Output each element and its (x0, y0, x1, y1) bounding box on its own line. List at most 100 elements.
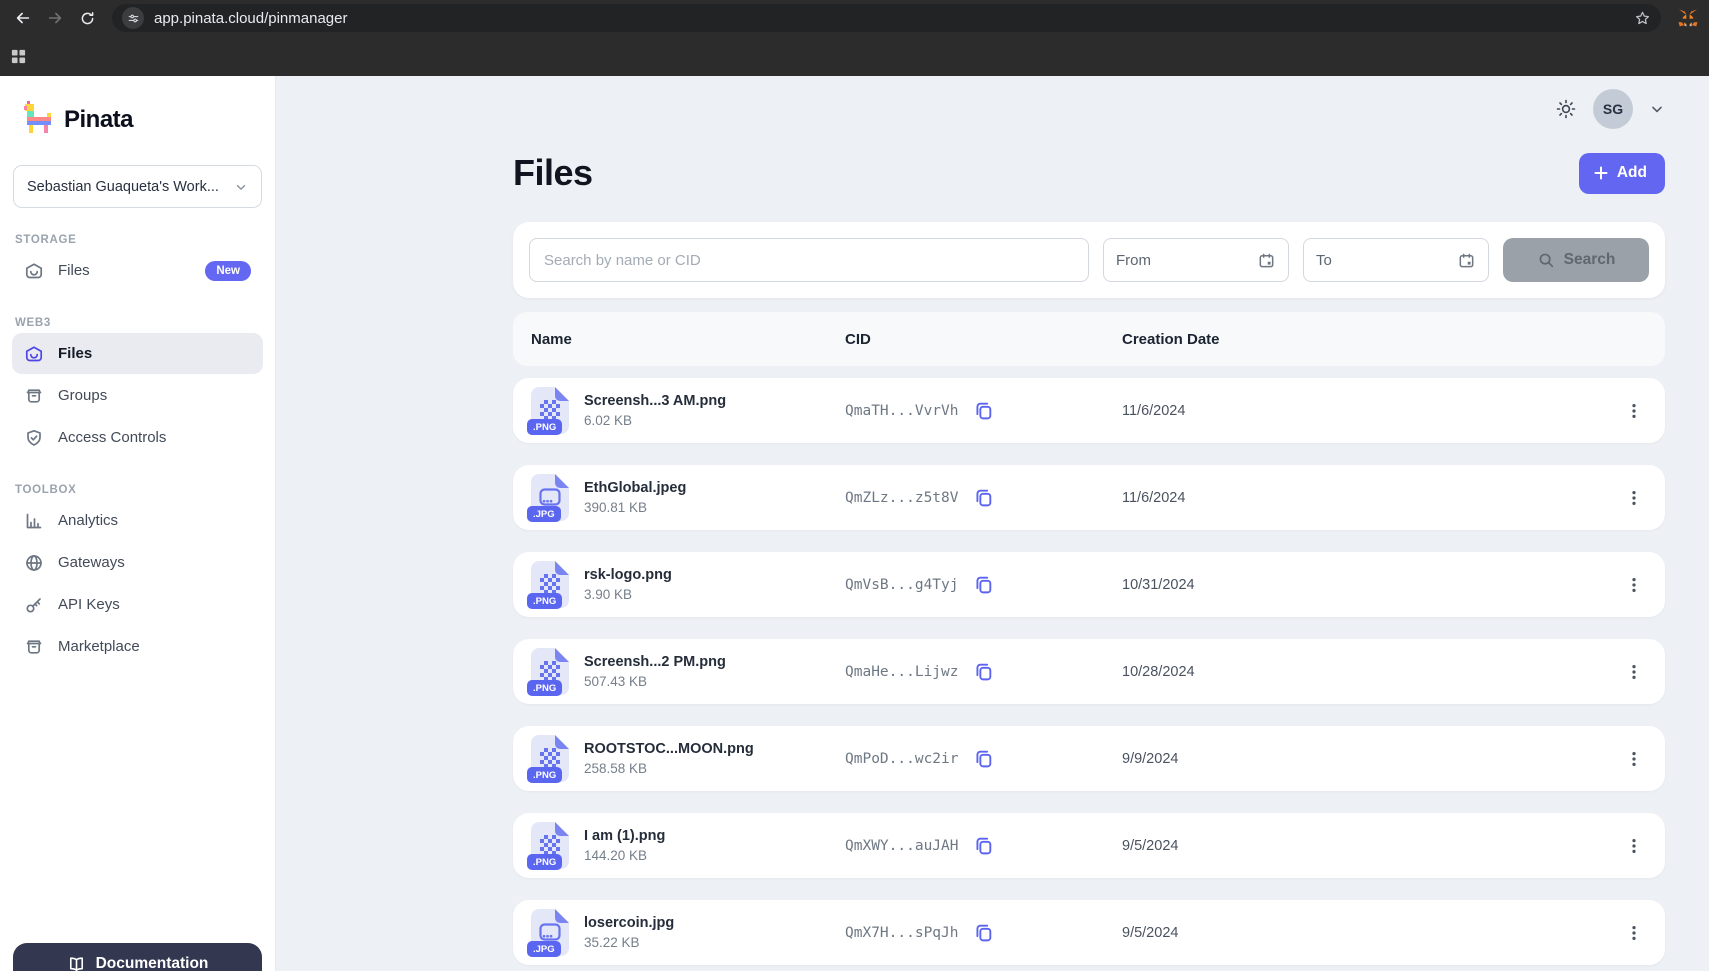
file-name: rsk-logo.png (584, 567, 672, 583)
forward-icon[interactable] (42, 5, 68, 31)
table-row[interactable]: .PNG Screensh...2 PM.png 507.43 KB QmaHe… (513, 639, 1665, 704)
file-type-icon: .PNG (531, 822, 569, 869)
copy-cid-icon[interactable] (973, 487, 994, 508)
table-row[interactable]: .PNG I am (1).png 144.20 KB QmXWY...auJA… (513, 813, 1665, 878)
reload-icon[interactable] (74, 5, 100, 31)
chevron-down-icon (234, 180, 248, 194)
file-cid-cell: QmPoD...wc2ir (845, 748, 1122, 769)
page-head: Files Add (513, 152, 1665, 194)
documentation-label: Documentation (96, 955, 209, 971)
sidebar-item-label: Access Controls (58, 429, 166, 446)
sidebar-item-gateways[interactable]: Gateways (12, 542, 263, 583)
sidebar-item-analytics[interactable]: Analytics (12, 500, 263, 541)
sidebar: Pinata Sebastian Guaqueta's Work... STOR… (0, 76, 276, 971)
row-menu-kebab-icon[interactable] (1621, 398, 1647, 424)
workspace-selector[interactable]: Sebastian Guaqueta's Work... (13, 165, 262, 208)
search-input[interactable] (529, 238, 1089, 282)
table-row[interactable]: .JPG EthGlobal.jpeg 390.81 KB QmZLz...z5… (513, 465, 1665, 530)
shield-check-icon (24, 428, 44, 448)
copy-cid-icon[interactable] (973, 661, 994, 682)
row-menu-kebab-icon[interactable] (1621, 920, 1647, 946)
sidebar-item-label: Gateways (58, 554, 125, 571)
file-name-cell: .JPG losercoin.jpg 35.22 KB (531, 909, 845, 956)
file-type-icon: .PNG (531, 561, 569, 608)
pinata-logo-icon (24, 100, 54, 139)
file-cid: QmZLz...z5t8V (845, 490, 959, 506)
metamask-extension-icon[interactable] (1677, 7, 1699, 29)
table-row[interactable]: .JPG losercoin.jpg 35.22 KB QmX7H...sPqJ… (513, 900, 1665, 965)
row-menu-kebab-icon[interactable] (1621, 833, 1647, 859)
key-icon (24, 595, 44, 615)
avatar[interactable]: SG (1593, 89, 1633, 129)
file-creation-date: 9/5/2024 (1122, 838, 1619, 854)
row-menu-kebab-icon[interactable] (1621, 485, 1647, 511)
row-menu-kebab-icon[interactable] (1621, 572, 1647, 598)
sidebar-item-access-controls[interactable]: Access Controls (12, 417, 263, 458)
file-type-icon: .JPG (531, 474, 569, 521)
sidebar-item-groups[interactable]: Groups (12, 375, 263, 416)
table-row[interactable]: .PNG ROOTSTOC...MOON.png 258.58 KB QmPoD… (513, 726, 1665, 791)
date-from-input[interactable]: From (1103, 238, 1289, 282)
brand-wordmark: Pinata (64, 106, 133, 134)
browser-toolbar: app.pinata.cloud/pinmanager (0, 0, 1709, 36)
date-to-input[interactable]: To (1303, 238, 1489, 282)
file-cid-cell: QmX7H...sPqJh (845, 922, 1122, 943)
file-name: Screensh...3 AM.png (584, 393, 726, 409)
file-type-icon: .PNG (531, 648, 569, 695)
row-menu-kebab-icon[interactable] (1621, 659, 1647, 685)
new-badge: New (205, 261, 251, 281)
copy-cid-icon[interactable] (973, 835, 994, 856)
add-button[interactable]: Add (1579, 153, 1665, 194)
row-menu-kebab-icon[interactable] (1621, 746, 1647, 772)
apps-grid-icon[interactable] (10, 48, 27, 65)
file-type-icon: .JPG (531, 909, 569, 956)
date-to-placeholder: To (1316, 252, 1332, 269)
file-extension-badge: .JPG (527, 941, 561, 957)
sidebar-item-label: Analytics (58, 512, 118, 529)
account-topbar: SG (513, 88, 1665, 130)
theme-toggle-sun-icon[interactable] (1555, 98, 1577, 120)
file-extension-badge: .JPG (527, 506, 561, 522)
back-icon[interactable] (10, 5, 36, 31)
bookmark-star-icon[interactable] (1634, 10, 1651, 27)
file-name: ROOTSTOC...MOON.png (584, 741, 754, 757)
file-cid-cell: QmaTH...VvrVh (845, 400, 1122, 421)
sidebar-item-files-storage[interactable]: Files New (12, 250, 263, 291)
search-button[interactable]: Search (1503, 238, 1649, 282)
files-icon (24, 344, 44, 364)
file-cid: QmXWY...auJAH (845, 838, 959, 854)
file-type-icon: .PNG (531, 387, 569, 434)
copy-cid-icon[interactable] (973, 922, 994, 943)
table-row[interactable]: .PNG Screensh...3 AM.png 6.02 KB QmaTH..… (513, 378, 1665, 443)
file-name-cell: .JPG EthGlobal.jpeg 390.81 KB (531, 474, 845, 521)
file-size: 507.43 KB (584, 674, 726, 689)
date-from-placeholder: From (1116, 252, 1151, 269)
page-title: Files (513, 152, 593, 194)
file-cid: QmPoD...wc2ir (845, 751, 959, 767)
browser-chrome: app.pinata.cloud/pinmanager (0, 0, 1709, 76)
url-bar[interactable]: app.pinata.cloud/pinmanager (112, 4, 1661, 32)
account-chevron-down-icon[interactable] (1649, 101, 1665, 117)
copy-cid-icon[interactable] (973, 400, 994, 421)
sidebar-item-label: Files (58, 345, 92, 362)
documentation-button[interactable]: Documentation (13, 943, 262, 971)
sidebar-item-label: Groups (58, 387, 107, 404)
file-cid: QmVsB...g4Tyj (845, 577, 959, 593)
url-text[interactable]: app.pinata.cloud/pinmanager (154, 10, 1624, 27)
file-name-cell: .PNG rsk-logo.png 3.90 KB (531, 561, 845, 608)
sidebar-item-files-web3[interactable]: Files (12, 333, 263, 374)
site-settings-icon[interactable] (122, 7, 144, 29)
table-row[interactable]: .PNG rsk-logo.png 3.90 KB QmVsB...g4Tyj … (513, 552, 1665, 617)
copy-cid-icon[interactable] (973, 574, 994, 595)
sidebar-item-marketplace[interactable]: Marketplace (12, 626, 263, 667)
column-header-creation-date: Creation Date (1122, 331, 1619, 348)
file-cid-cell: QmXWY...auJAH (845, 835, 1122, 856)
file-name: Screensh...2 PM.png (584, 654, 726, 670)
workspace-name: Sebastian Guaqueta's Work... (27, 179, 219, 195)
file-size: 35.22 KB (584, 935, 674, 950)
sidebar-item-api-keys[interactable]: API Keys (12, 584, 263, 625)
globe-icon (24, 553, 44, 573)
copy-cid-icon[interactable] (973, 748, 994, 769)
file-name-cell: .PNG I am (1).png 144.20 KB (531, 822, 845, 869)
file-name-cell: .PNG ROOTSTOC...MOON.png 258.58 KB (531, 735, 845, 782)
